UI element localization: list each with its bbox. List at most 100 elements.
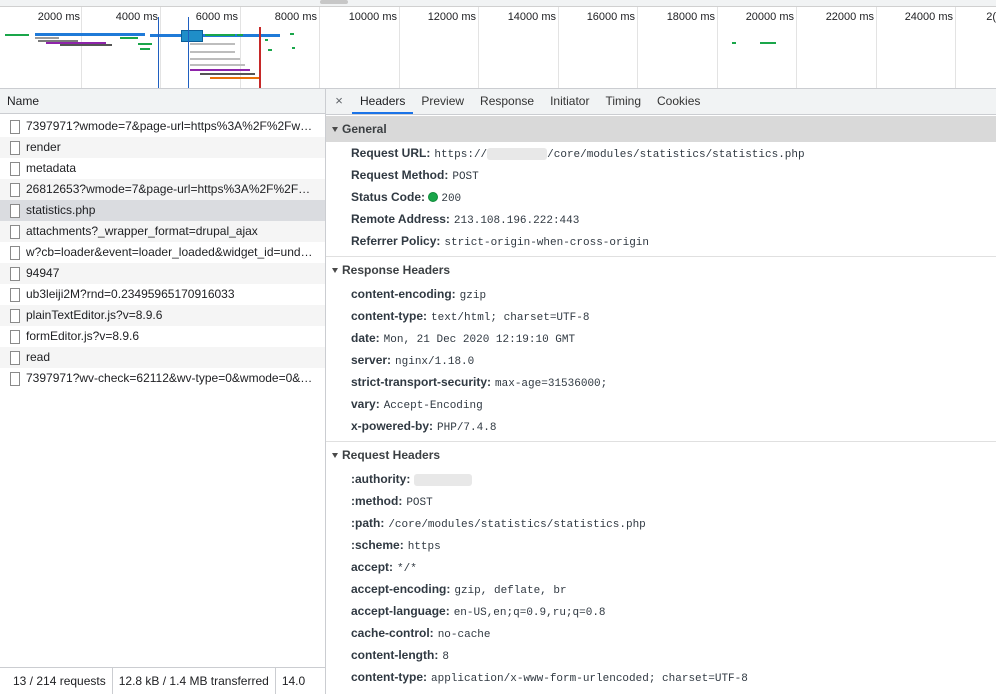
section-title: Request Headers — [342, 448, 441, 462]
request-details-panel: × Headers Preview Response Initiator Tim… — [326, 89, 996, 694]
tab-headers[interactable]: Headers — [352, 89, 414, 114]
header-key: cache-control: — [351, 626, 434, 640]
request-name: 7397971?wv-check=62112&wv-type=0&wmode=0… — [26, 371, 313, 385]
file-icon — [10, 287, 20, 302]
header-key: content-type: — [351, 309, 427, 323]
request-name: 26812653?wmode=7&page-url=https%3A%2F%2F… — [26, 182, 311, 196]
file-icon — [10, 119, 20, 134]
network-overview-timeline[interactable]: 2000 ms 4000 ms 6000 ms 8000 ms 10000 ms… — [0, 0, 996, 89]
request-headers-section-header[interactable]: Request Headers — [326, 442, 996, 468]
tab-initiator[interactable]: Initiator — [542, 89, 597, 114]
redacted-host — [487, 147, 548, 160]
tab-preview[interactable]: Preview — [413, 89, 472, 114]
request-name: read — [26, 350, 51, 364]
header-value: 213.108.196.222:443 — [453, 215, 580, 227]
tick-label: 16000 ms — [586, 11, 635, 23]
request-row[interactable]: 7397971?wv-check=62112&wv-type=0&wmode=0… — [0, 368, 325, 389]
request-row[interactable]: read — [0, 347, 325, 368]
request-row[interactable]: metadata — [0, 158, 325, 179]
domcontentloaded-line — [158, 17, 159, 88]
request-row[interactable]: render — [0, 137, 325, 158]
tick-label: 2000 ms — [37, 11, 80, 23]
header-key: Remote Address: — [351, 212, 450, 226]
request-row[interactable]: 26812653?wmode=7&page-url=https%3A%2F%2F… — [0, 179, 325, 200]
request-header-row: content-length: 8 — [326, 644, 996, 666]
request-row[interactable]: ub3leiji2M?rnd=0.23495965170916033 — [0, 284, 325, 305]
header-key: x-powered-by: — [351, 419, 434, 433]
request-row[interactable]: w?cb=loader&event=loader_loaded&widget_i… — [0, 242, 325, 263]
header-key: content-encoding: — [351, 287, 456, 301]
header-value: gzip — [459, 290, 487, 302]
waterfall-bar — [190, 64, 245, 66]
close-icon[interactable]: × — [326, 89, 352, 114]
header-value: PHP/7.4.8 — [437, 422, 497, 434]
header-value: max-age=31536000; — [495, 378, 608, 390]
request-count: 13 / 214 requests — [0, 668, 113, 694]
request-row[interactable]: plainTextEditor.js?v=8.9.6 — [0, 305, 325, 326]
header-key: Status Code: — [351, 190, 426, 204]
triangle-down-icon — [332, 126, 338, 132]
request-header-row: cache-control: no-cache — [326, 622, 996, 644]
section-title: General — [342, 122, 387, 136]
header-key: :authority: — [351, 472, 411, 486]
request-header-row: content-type: application/x-www-form-urle… — [326, 666, 996, 688]
tab-response[interactable]: Response — [472, 89, 542, 114]
waterfall-bar — [210, 77, 260, 79]
waterfall-bar — [5, 34, 29, 36]
name-column-header[interactable]: Name — [0, 89, 325, 114]
request-header-row: accept: */* — [326, 556, 996, 578]
request-row[interactable]: formEditor.js?v=8.9.6 — [0, 326, 325, 347]
overview-scroll-strip[interactable] — [0, 0, 996, 7]
header-value: Mon, 21 Dec 2020 12:19:10 GMT — [383, 334, 576, 346]
tick-label: 8000 ms — [274, 11, 317, 23]
response-headers-section-header[interactable]: Response Headers — [326, 257, 996, 283]
response-header-row: strict-transport-security: max-age=315360… — [326, 371, 996, 393]
file-icon — [10, 140, 20, 155]
general-section-header[interactable]: General — [326, 116, 996, 142]
request-name: ub3leiji2M?rnd=0.23495965170916033 — [26, 287, 235, 301]
request-header-row: :path:/core/modules/statistics/statistic… — [326, 512, 996, 534]
header-value: no-cache — [437, 629, 491, 641]
triangle-down-icon — [332, 452, 338, 458]
waterfall-bar — [760, 42, 776, 44]
response-header-row: content-encoding: gzip — [326, 283, 996, 305]
header-key: Request Method: — [351, 168, 449, 182]
remote-address-row: Remote Address: 213.108.196.222:443 — [326, 208, 996, 230]
waterfall-bar — [732, 42, 736, 44]
waterfall-bar — [190, 51, 235, 53]
response-header-row: x-powered-by: PHP/7.4.8 — [326, 415, 996, 437]
file-icon — [10, 161, 20, 176]
network-status-bar: 13 / 214 requests 12.8 kB / 1.4 MB trans… — [0, 667, 325, 694]
request-row-selected[interactable]: statistics.php — [0, 200, 325, 221]
waterfall-bar — [140, 48, 150, 50]
file-icon — [10, 308, 20, 323]
file-icon — [10, 329, 20, 344]
header-key: vary: — [351, 397, 380, 411]
status-ok-icon — [428, 192, 439, 202]
waterfall-bar — [35, 33, 145, 36]
request-name: plainTextEditor.js?v=8.9.6 — [26, 308, 163, 322]
request-row[interactable]: 94947 — [0, 263, 325, 284]
header-value: https:// — [434, 149, 488, 161]
tab-timing[interactable]: Timing — [597, 89, 649, 114]
redacted-authority — [414, 473, 473, 486]
request-header-row: :scheme: https — [326, 534, 996, 556]
tab-cookies[interactable]: Cookies — [649, 89, 708, 114]
overview-scroll-thumb[interactable] — [320, 0, 348, 4]
header-value: application/x-www-form-urlencoded; chars… — [431, 673, 748, 685]
request-name: 94947 — [26, 266, 60, 280]
header-key: accept-encoding: — [351, 582, 451, 596]
tick-label: 20000 ms — [745, 11, 794, 23]
header-value: en-US,en;q=0.9,ru;q=0.8 — [453, 607, 606, 619]
request-name: attachments?_wrapper_format=drupal_ajax — [26, 224, 258, 238]
header-key: content-type: — [351, 670, 427, 684]
request-row[interactable]: attachments?_wrapper_format=drupal_ajax — [0, 221, 325, 242]
tick-label: 2( — [986, 11, 996, 23]
tick-label: 4000 ms — [115, 11, 158, 23]
status-code-row: Status Code: 200 — [326, 186, 996, 208]
header-key: server: — [351, 353, 392, 367]
request-row[interactable]: 7397971?wmode=7&page-url=https%3A%2F%2Fw… — [0, 116, 325, 137]
request-method-row: Request Method: POST — [326, 164, 996, 186]
request-name: formEditor.js?v=8.9.6 — [26, 329, 140, 343]
header-value: gzip, deflate, br — [454, 585, 567, 597]
